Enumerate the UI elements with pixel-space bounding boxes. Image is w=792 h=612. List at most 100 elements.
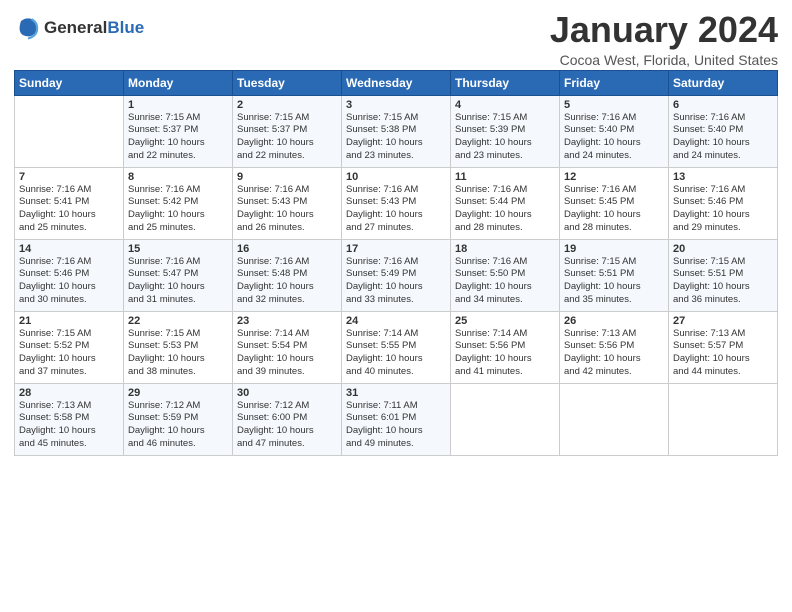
location: Cocoa West, Florida, United States [550, 52, 778, 68]
calendar-cell: 16Sunrise: 7:16 AM Sunset: 5:48 PM Dayli… [233, 239, 342, 311]
calendar-cell: 11Sunrise: 7:16 AM Sunset: 5:44 PM Dayli… [451, 167, 560, 239]
col-tuesday: Tuesday [233, 70, 342, 95]
day-info: Sunrise: 7:16 AM Sunset: 5:43 PM Dayligh… [237, 184, 337, 235]
calendar-cell: 17Sunrise: 7:16 AM Sunset: 5:49 PM Dayli… [342, 239, 451, 311]
calendar-cell: 1Sunrise: 7:15 AM Sunset: 5:37 PM Daylig… [124, 95, 233, 167]
day-info: Sunrise: 7:15 AM Sunset: 5:51 PM Dayligh… [564, 256, 664, 307]
header: GeneralBlue January 2024 Cocoa West, Flo… [14, 10, 778, 68]
logo-icon [14, 14, 42, 42]
day-number: 17 [346, 243, 446, 255]
day-number: 25 [455, 315, 555, 327]
calendar-cell: 31Sunrise: 7:11 AM Sunset: 6:01 PM Dayli… [342, 383, 451, 455]
day-info: Sunrise: 7:16 AM Sunset: 5:49 PM Dayligh… [346, 256, 446, 307]
day-number: 6 [673, 99, 773, 111]
page-container: GeneralBlue January 2024 Cocoa West, Flo… [0, 0, 792, 462]
day-info: Sunrise: 7:16 AM Sunset: 5:46 PM Dayligh… [673, 184, 773, 235]
calendar-table: Sunday Monday Tuesday Wednesday Thursday… [14, 70, 778, 456]
day-info: Sunrise: 7:16 AM Sunset: 5:50 PM Dayligh… [455, 256, 555, 307]
calendar-cell [560, 383, 669, 455]
day-info: Sunrise: 7:16 AM Sunset: 5:46 PM Dayligh… [19, 256, 119, 307]
day-info: Sunrise: 7:15 AM Sunset: 5:52 PM Dayligh… [19, 328, 119, 379]
col-friday: Friday [560, 70, 669, 95]
day-info: Sunrise: 7:13 AM Sunset: 5:56 PM Dayligh… [564, 328, 664, 379]
calendar-cell: 4Sunrise: 7:15 AM Sunset: 5:39 PM Daylig… [451, 95, 560, 167]
calendar-cell [451, 383, 560, 455]
calendar-cell: 2Sunrise: 7:15 AM Sunset: 5:37 PM Daylig… [233, 95, 342, 167]
day-number: 30 [237, 387, 337, 399]
day-number: 15 [128, 243, 228, 255]
title-block: January 2024 Cocoa West, Florida, United… [550, 10, 778, 68]
calendar-cell [669, 383, 778, 455]
calendar-cell: 30Sunrise: 7:12 AM Sunset: 6:00 PM Dayli… [233, 383, 342, 455]
day-info: Sunrise: 7:13 AM Sunset: 5:58 PM Dayligh… [19, 400, 119, 451]
calendar-cell: 19Sunrise: 7:15 AM Sunset: 5:51 PM Dayli… [560, 239, 669, 311]
day-number: 23 [237, 315, 337, 327]
day-number: 27 [673, 315, 773, 327]
day-info: Sunrise: 7:12 AM Sunset: 5:59 PM Dayligh… [128, 400, 228, 451]
day-number: 16 [237, 243, 337, 255]
day-info: Sunrise: 7:11 AM Sunset: 6:01 PM Dayligh… [346, 400, 446, 451]
col-thursday: Thursday [451, 70, 560, 95]
day-number: 13 [673, 171, 773, 183]
day-number: 24 [346, 315, 446, 327]
week-row-4: 21Sunrise: 7:15 AM Sunset: 5:52 PM Dayli… [15, 311, 778, 383]
day-number: 8 [128, 171, 228, 183]
day-info: Sunrise: 7:12 AM Sunset: 6:00 PM Dayligh… [237, 400, 337, 451]
week-row-1: 1Sunrise: 7:15 AM Sunset: 5:37 PM Daylig… [15, 95, 778, 167]
calendar-cell: 29Sunrise: 7:12 AM Sunset: 5:59 PM Dayli… [124, 383, 233, 455]
calendar-cell: 20Sunrise: 7:15 AM Sunset: 5:51 PM Dayli… [669, 239, 778, 311]
calendar-cell: 8Sunrise: 7:16 AM Sunset: 5:42 PM Daylig… [124, 167, 233, 239]
header-row: Sunday Monday Tuesday Wednesday Thursday… [15, 70, 778, 95]
day-number: 21 [19, 315, 119, 327]
day-info: Sunrise: 7:15 AM Sunset: 5:37 PM Dayligh… [128, 112, 228, 163]
calendar-cell: 15Sunrise: 7:16 AM Sunset: 5:47 PM Dayli… [124, 239, 233, 311]
day-number: 18 [455, 243, 555, 255]
day-info: Sunrise: 7:15 AM Sunset: 5:38 PM Dayligh… [346, 112, 446, 163]
calendar-cell: 5Sunrise: 7:16 AM Sunset: 5:40 PM Daylig… [560, 95, 669, 167]
day-number: 9 [237, 171, 337, 183]
day-info: Sunrise: 7:13 AM Sunset: 5:57 PM Dayligh… [673, 328, 773, 379]
day-number: 12 [564, 171, 664, 183]
calendar-cell: 9Sunrise: 7:16 AM Sunset: 5:43 PM Daylig… [233, 167, 342, 239]
logo-blue: Blue [107, 18, 144, 37]
calendar-cell: 6Sunrise: 7:16 AM Sunset: 5:40 PM Daylig… [669, 95, 778, 167]
calendar-cell: 24Sunrise: 7:14 AM Sunset: 5:55 PM Dayli… [342, 311, 451, 383]
day-info: Sunrise: 7:15 AM Sunset: 5:53 PM Dayligh… [128, 328, 228, 379]
day-number: 31 [346, 387, 446, 399]
day-number: 1 [128, 99, 228, 111]
calendar-cell: 3Sunrise: 7:15 AM Sunset: 5:38 PM Daylig… [342, 95, 451, 167]
day-number: 19 [564, 243, 664, 255]
logo: GeneralBlue [14, 14, 144, 42]
calendar-cell: 14Sunrise: 7:16 AM Sunset: 5:46 PM Dayli… [15, 239, 124, 311]
day-number: 14 [19, 243, 119, 255]
day-number: 28 [19, 387, 119, 399]
calendar-cell: 25Sunrise: 7:14 AM Sunset: 5:56 PM Dayli… [451, 311, 560, 383]
day-info: Sunrise: 7:14 AM Sunset: 5:54 PM Dayligh… [237, 328, 337, 379]
logo-text: GeneralBlue [44, 19, 144, 38]
calendar-cell: 7Sunrise: 7:16 AM Sunset: 5:41 PM Daylig… [15, 167, 124, 239]
day-info: Sunrise: 7:16 AM Sunset: 5:43 PM Dayligh… [346, 184, 446, 235]
day-number: 20 [673, 243, 773, 255]
day-number: 29 [128, 387, 228, 399]
day-info: Sunrise: 7:16 AM Sunset: 5:41 PM Dayligh… [19, 184, 119, 235]
day-info: Sunrise: 7:16 AM Sunset: 5:40 PM Dayligh… [564, 112, 664, 163]
day-info: Sunrise: 7:16 AM Sunset: 5:44 PM Dayligh… [455, 184, 555, 235]
day-number: 22 [128, 315, 228, 327]
week-row-2: 7Sunrise: 7:16 AM Sunset: 5:41 PM Daylig… [15, 167, 778, 239]
day-number: 2 [237, 99, 337, 111]
day-number: 5 [564, 99, 664, 111]
day-info: Sunrise: 7:16 AM Sunset: 5:45 PM Dayligh… [564, 184, 664, 235]
day-number: 26 [564, 315, 664, 327]
day-number: 10 [346, 171, 446, 183]
calendar-cell: 21Sunrise: 7:15 AM Sunset: 5:52 PM Dayli… [15, 311, 124, 383]
calendar-cell: 13Sunrise: 7:16 AM Sunset: 5:46 PM Dayli… [669, 167, 778, 239]
month-title: January 2024 [550, 10, 778, 50]
calendar-cell: 10Sunrise: 7:16 AM Sunset: 5:43 PM Dayli… [342, 167, 451, 239]
day-number: 4 [455, 99, 555, 111]
day-number: 11 [455, 171, 555, 183]
day-info: Sunrise: 7:14 AM Sunset: 5:56 PM Dayligh… [455, 328, 555, 379]
col-sunday: Sunday [15, 70, 124, 95]
day-number: 3 [346, 99, 446, 111]
calendar-cell [15, 95, 124, 167]
calendar-cell: 12Sunrise: 7:16 AM Sunset: 5:45 PM Dayli… [560, 167, 669, 239]
